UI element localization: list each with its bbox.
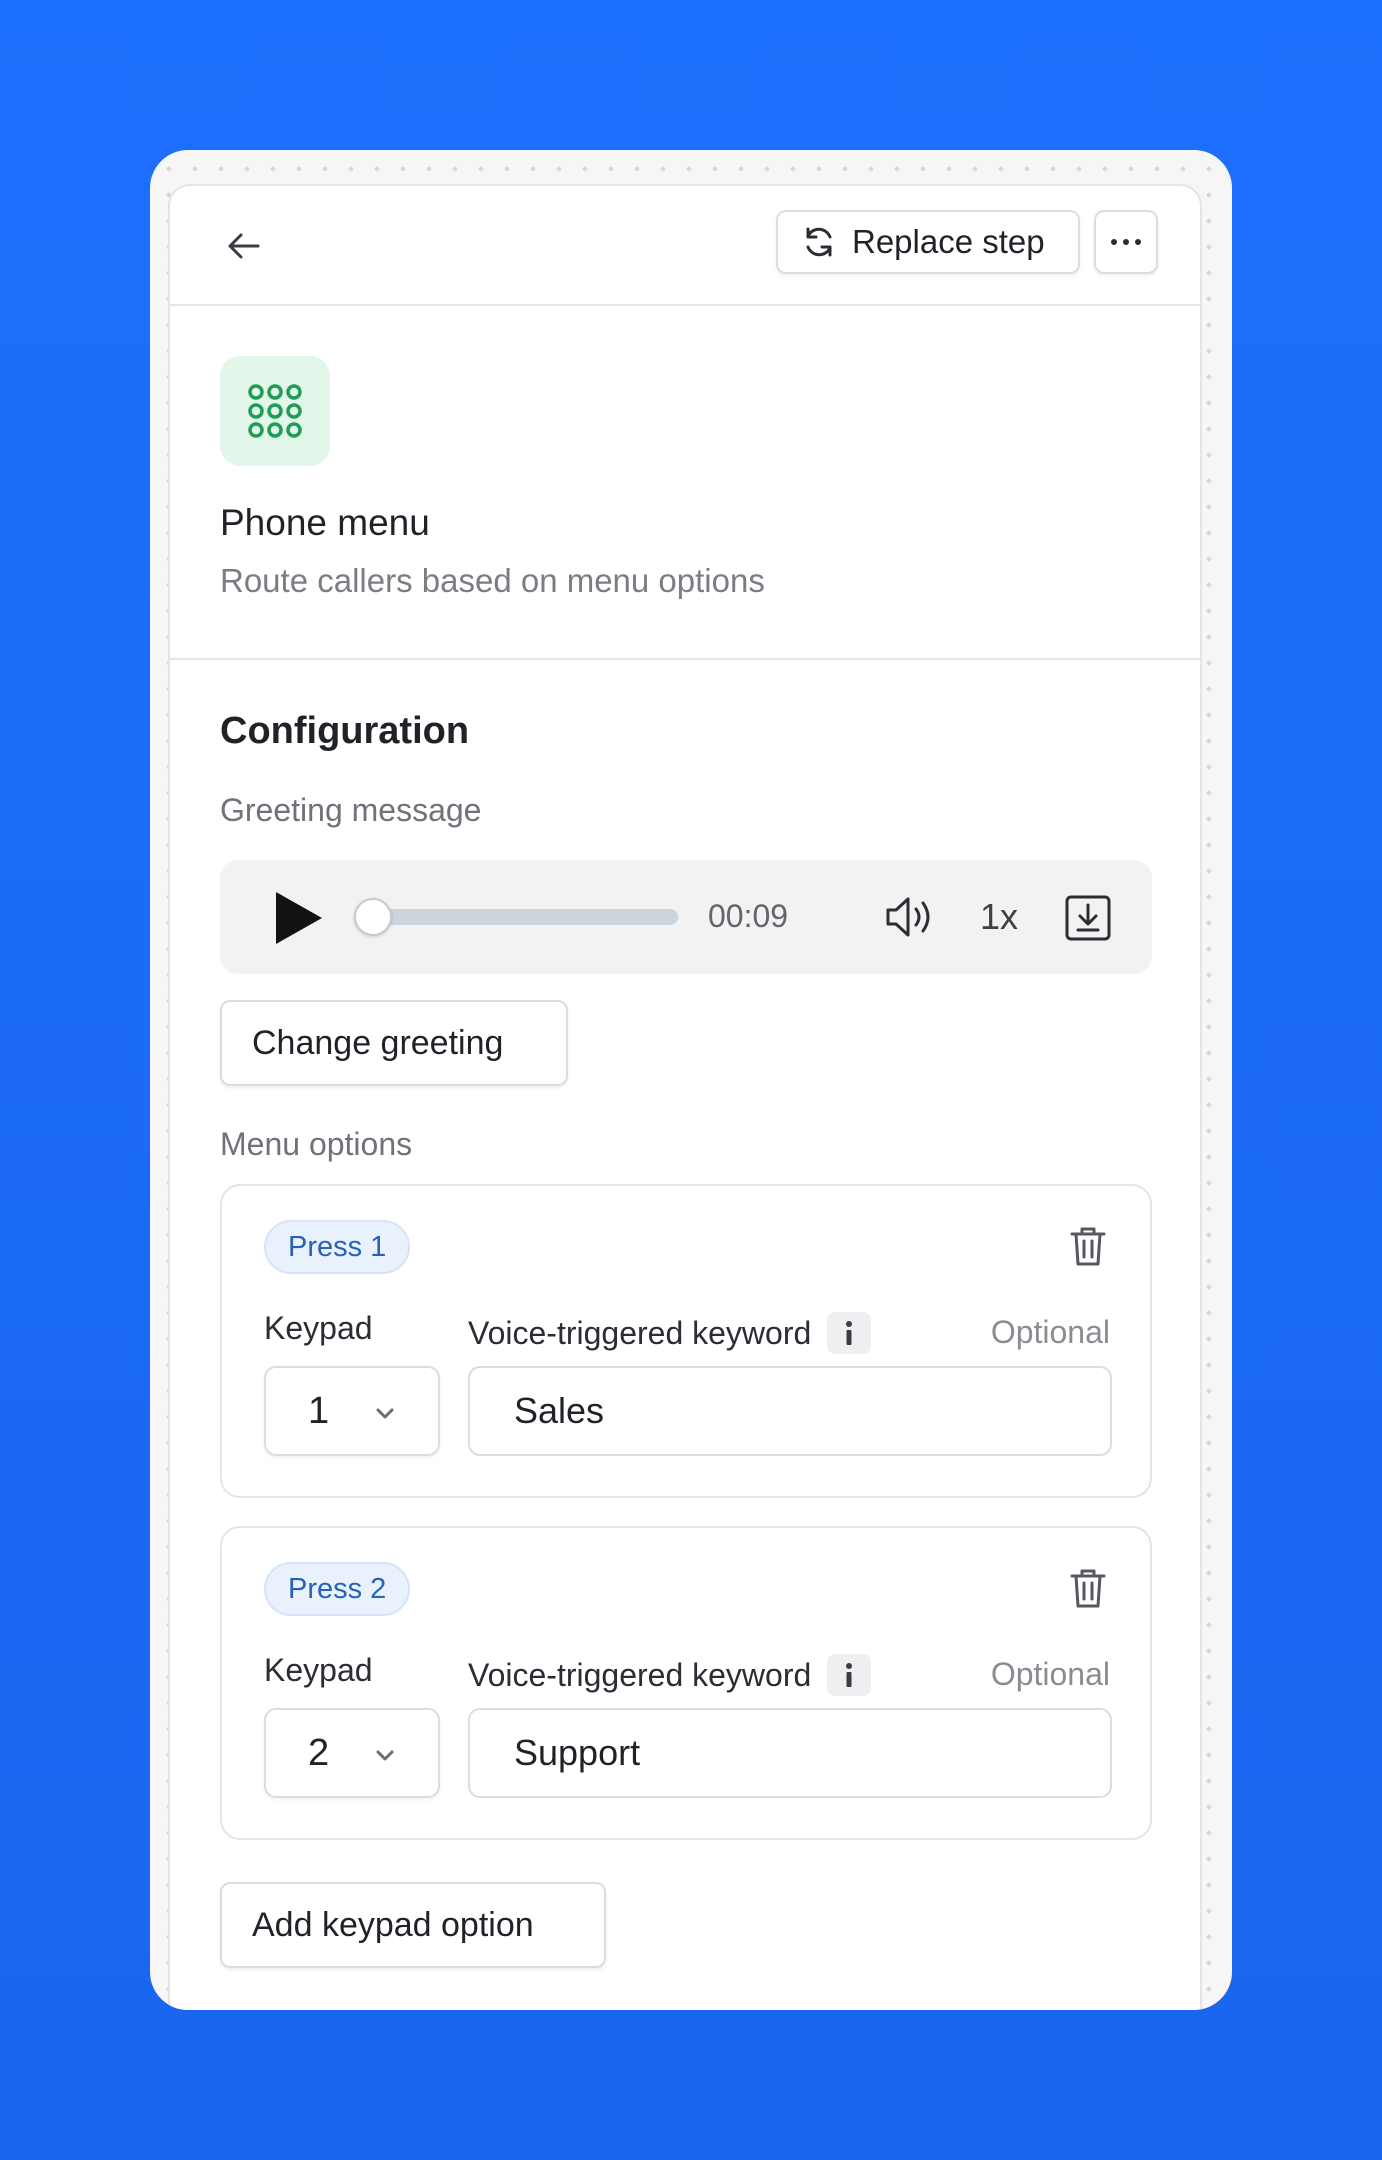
press-badge: Press 1 (264, 1220, 411, 1274)
download-icon[interactable] (1064, 894, 1112, 942)
step-editor-panel: Replace step Phone menu Route callers ba… (168, 184, 1202, 2010)
keypad-label: Keypad (264, 1310, 373, 1346)
arrow-left-icon (228, 233, 260, 259)
play-icon[interactable] (272, 890, 326, 946)
ellipsis-icon (1111, 239, 1141, 245)
voice-keyword-label: Voice-triggered keyword (468, 1312, 872, 1354)
panel-header: Replace step (170, 186, 1200, 306)
configuration-heading: Configuration (220, 710, 470, 752)
volume-icon[interactable] (884, 894, 936, 940)
voice-keyword-input[interactable]: Sales (468, 1366, 1112, 1456)
keypad-select-value: 2 (308, 1732, 330, 1774)
step-icon-tile (220, 356, 330, 466)
change-greeting-button[interactable]: Change greeting (220, 1000, 568, 1086)
voice-keyword-text: Voice-triggered keyword (468, 1656, 812, 1693)
greeting-message-label: Greeting message (220, 792, 482, 828)
replace-step-button[interactable]: Replace step (776, 210, 1080, 274)
optional-label: Optional (990, 1314, 1110, 1350)
audio-player: 00:09 1x (220, 860, 1152, 974)
chevron-down-icon (376, 1408, 394, 1419)
step-subtitle: Route callers based on menu options (220, 562, 765, 599)
refresh-icon (806, 227, 832, 257)
press-badge: Press 2 (264, 1562, 411, 1616)
step-intro: Phone menu Route callers based on menu o… (170, 306, 1200, 660)
audio-scrubber-handle[interactable] (354, 898, 392, 936)
menu-option-card: Press 2 Keypad Voice-triggered keyword O… (220, 1526, 1152, 1840)
back-button[interactable] (220, 222, 268, 270)
audio-progress-track[interactable] (356, 909, 678, 925)
info-icon[interactable] (827, 1312, 872, 1354)
menu-options-label: Menu options (220, 1126, 413, 1162)
trash-icon[interactable] (1068, 1566, 1108, 1610)
playback-speed-button[interactable]: 1x (980, 896, 1018, 938)
replace-step-label: Replace step (852, 223, 1045, 260)
info-icon[interactable] (827, 1654, 872, 1696)
keypad-label: Keypad (264, 1652, 373, 1688)
audio-time: 00:09 (708, 898, 789, 934)
keypad-grid-icon (248, 384, 302, 438)
step-title: Phone menu (220, 502, 430, 543)
keypad-select[interactable]: 2 (264, 1708, 440, 1798)
voice-keyword-input[interactable]: Support (468, 1708, 1112, 1798)
optional-label: Optional (990, 1656, 1110, 1692)
voice-keyword-text: Voice-triggered keyword (468, 1314, 812, 1351)
add-keypad-option-button[interactable]: Add keypad option (220, 1882, 606, 1968)
trash-icon[interactable] (1068, 1224, 1108, 1268)
keypad-select-value: 1 (308, 1390, 330, 1432)
keypad-select[interactable]: 1 (264, 1366, 440, 1456)
voice-keyword-label: Voice-triggered keyword (468, 1654, 872, 1696)
menu-option-card: Press 1 Keypad Voice-triggered keyword O… (220, 1184, 1152, 1498)
chevron-down-icon (376, 1750, 394, 1761)
more-options-button[interactable] (1094, 210, 1158, 274)
step-panel-frame: Replace step Phone menu Route callers ba… (150, 150, 1232, 2010)
